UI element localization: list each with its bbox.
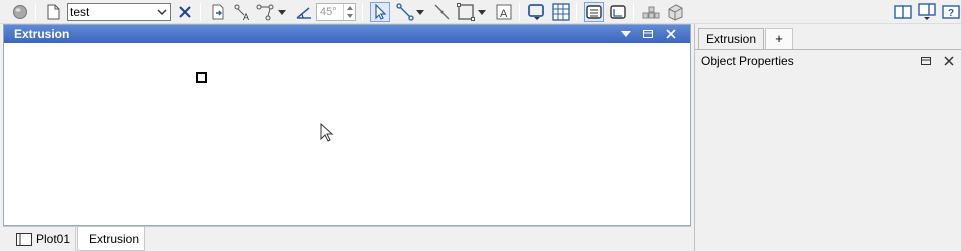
drawing-canvas[interactable] bbox=[4, 43, 690, 225]
toolbar-separator bbox=[35, 3, 36, 21]
spin-arrows-icon[interactable] bbox=[343, 4, 355, 20]
label-node-icon[interactable]: A bbox=[232, 2, 252, 22]
toolbar-separator bbox=[200, 3, 201, 21]
tab-extrusion[interactable]: Extrusion bbox=[77, 227, 145, 251]
table-view-icon[interactable] bbox=[584, 2, 604, 22]
new-document-icon[interactable] bbox=[43, 2, 63, 22]
panel-menu-dropdown-icon[interactable] bbox=[619, 27, 633, 41]
chevron-down-icon[interactable] bbox=[414, 2, 426, 22]
node-path-icon[interactable] bbox=[256, 2, 276, 22]
line-tool-icon[interactable] bbox=[432, 2, 452, 22]
minimize-icon[interactable] bbox=[919, 55, 933, 67]
angle-stepper[interactable]: 45° bbox=[316, 3, 356, 21]
panel-layout-icon[interactable] bbox=[893, 2, 913, 22]
tab-label: Extrusion bbox=[89, 231, 140, 246]
stack-icon[interactable] bbox=[641, 2, 661, 22]
chevron-down-icon[interactable] bbox=[476, 2, 488, 22]
close-icon[interactable] bbox=[664, 27, 678, 41]
model-select-value: test bbox=[70, 5, 90, 19]
chart-view-icon[interactable] bbox=[608, 2, 628, 22]
connect-node-icon[interactable] bbox=[395, 2, 415, 22]
shape-dropdown-icon[interactable] bbox=[527, 2, 547, 22]
help-icon[interactable]: ? bbox=[941, 2, 961, 22]
tab-divider bbox=[695, 49, 961, 50]
angle-icon[interactable] bbox=[294, 2, 314, 22]
chevron-down-icon[interactable] bbox=[276, 2, 288, 22]
side-tab-label: Extrusion bbox=[705, 32, 757, 46]
add-tab-button[interactable]: + bbox=[765, 28, 793, 50]
select-arrow-icon[interactable] bbox=[370, 2, 390, 22]
bottom-tab-bar: Plot01 Extrusion bbox=[3, 226, 691, 251]
minimize-icon[interactable] bbox=[641, 27, 655, 41]
side-tab-extrusion[interactable]: Extrusion bbox=[698, 28, 764, 50]
node-marker[interactable] bbox=[196, 72, 207, 83]
toolbar-separator bbox=[362, 3, 363, 21]
svg-text:A: A bbox=[500, 8, 508, 20]
tab-label: Plot01 bbox=[36, 232, 71, 246]
panel-title-bar: Extrusion bbox=[4, 25, 690, 43]
svg-text:?: ? bbox=[948, 8, 954, 19]
toolbar-separator bbox=[633, 3, 634, 21]
ball-icon[interactable] bbox=[10, 2, 30, 22]
close-x-icon[interactable] bbox=[175, 2, 195, 22]
angle-value: 45° bbox=[320, 6, 337, 18]
tab-plot01[interactable]: Plot01 bbox=[8, 227, 76, 251]
add-tab-label: + bbox=[775, 31, 783, 46]
model-select[interactable]: test bbox=[67, 3, 171, 21]
chevron-down-icon bbox=[156, 5, 168, 19]
panel-menu-icon[interactable] bbox=[917, 2, 937, 22]
svg-text:A: A bbox=[243, 12, 249, 21]
grid-icon[interactable] bbox=[551, 2, 571, 22]
side-panel: Extrusion + Object Properties bbox=[694, 24, 961, 251]
extrude-cube-icon[interactable] bbox=[665, 2, 685, 22]
main-toolbar: test A 45° A ? bbox=[0, 0, 961, 24]
extrusion-panel: Extrusion bbox=[3, 24, 691, 226]
toolbar-separator bbox=[519, 3, 520, 21]
object-properties-title: Object Properties bbox=[701, 54, 794, 68]
close-icon[interactable] bbox=[942, 55, 956, 67]
rectangle-tool-icon[interactable] bbox=[456, 2, 476, 22]
plot-icon bbox=[16, 232, 32, 246]
text-frame-icon[interactable]: A bbox=[494, 2, 514, 22]
mouse-cursor-icon bbox=[320, 122, 334, 146]
panel-title: Extrusion bbox=[14, 27, 70, 41]
toolbar-separator bbox=[576, 3, 577, 21]
load-file-icon[interactable] bbox=[208, 2, 228, 22]
